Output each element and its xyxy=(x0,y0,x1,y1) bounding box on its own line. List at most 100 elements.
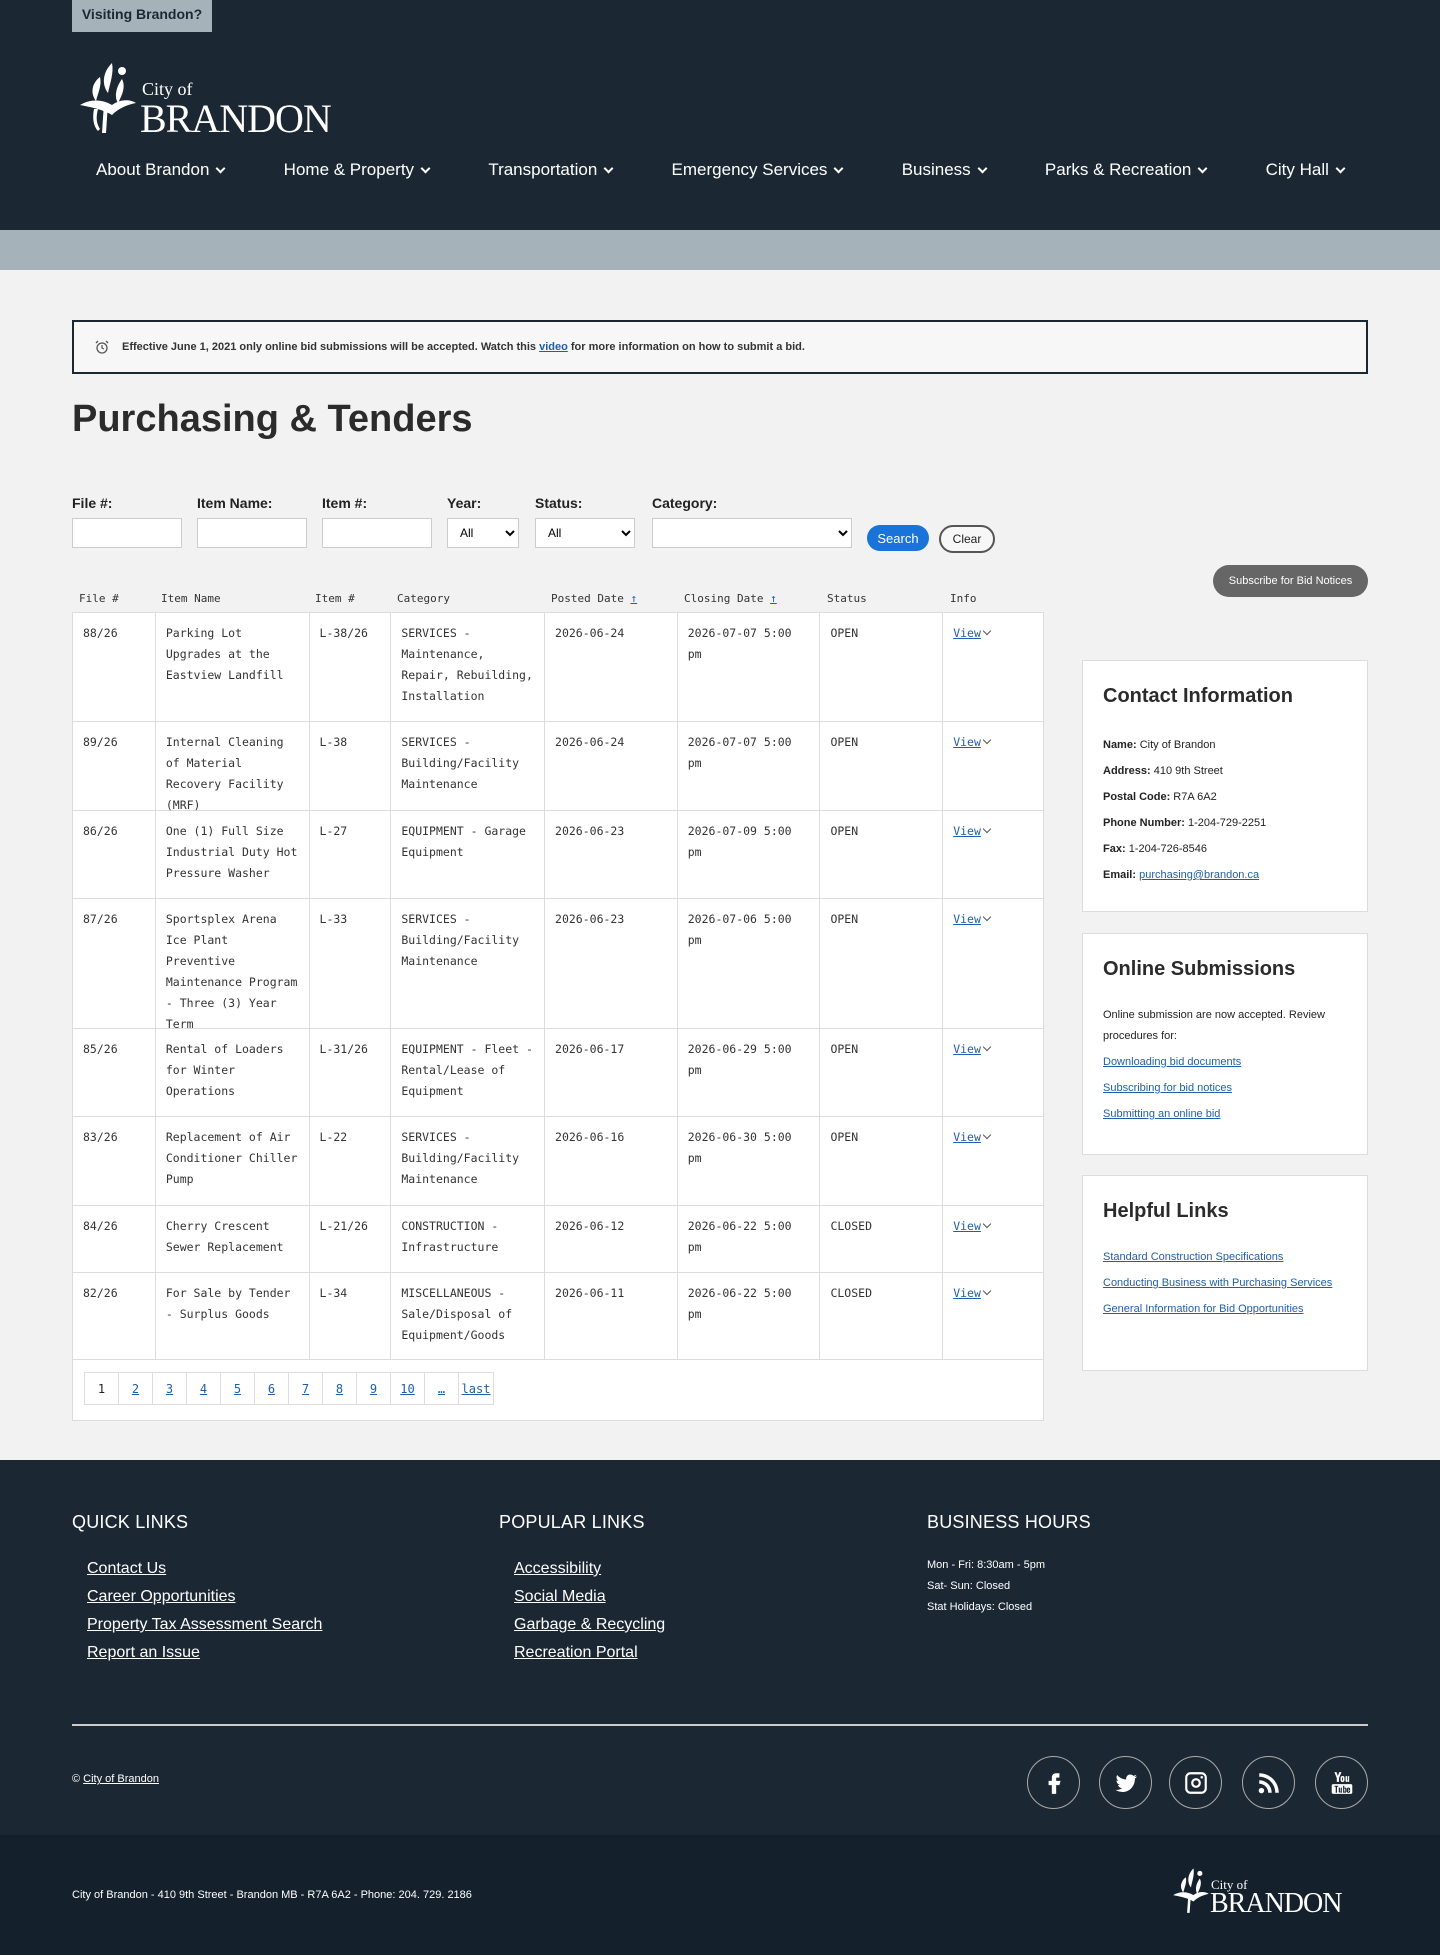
view-link[interactable]: View xyxy=(953,1130,981,1144)
career-opportunities-link[interactable]: Career Opportunities xyxy=(87,1583,322,1611)
page-7[interactable]: 7 xyxy=(288,1372,323,1405)
twitter-icon[interactable] xyxy=(1099,1756,1152,1809)
cell-item-number: L-38 xyxy=(308,722,391,810)
contact-us-link[interactable]: Contact Us xyxy=(87,1555,322,1583)
view-link[interactable]: View xyxy=(953,824,981,838)
page-ellipsis[interactable]: … xyxy=(424,1372,459,1405)
col-posted-date[interactable]: Posted Date ↑ xyxy=(544,592,677,612)
col-closing-date[interactable]: Closing Date ↑ xyxy=(677,592,820,612)
garbage-recycling-link[interactable]: Garbage & Recycling xyxy=(514,1611,665,1639)
contact-phone: Phone Number: 1-204-729-2251 xyxy=(1103,817,1267,829)
page-3[interactable]: 3 xyxy=(152,1372,187,1405)
file-number-input[interactable] xyxy=(72,518,182,548)
online-submissions-card: Online Submissions Online submission are… xyxy=(1082,933,1368,1155)
cell-status: CLOSED xyxy=(819,1273,942,1359)
site-footer: QUICK LINKS Contact Us Career Opportunit… xyxy=(0,1460,1440,1835)
status-select[interactable]: All xyxy=(535,518,635,548)
item-number-input[interactable] xyxy=(322,518,432,548)
footer-logo[interactable]: City of BRANDON xyxy=(1168,1863,1360,1919)
downloading-bid-documents-link[interactable]: Downloading bid documents xyxy=(1103,1052,1347,1073)
chevron-down-icon[interactable] xyxy=(982,626,992,636)
property-tax-link[interactable]: Property Tax Assessment Search xyxy=(87,1611,322,1639)
page-6[interactable]: 6 xyxy=(254,1372,289,1405)
online-bid-notice: Effective June 1, 2021 only online bid s… xyxy=(72,320,1368,374)
chevron-down-icon[interactable] xyxy=(982,1286,992,1296)
nav-home-property[interactable]: Home & Property xyxy=(284,160,431,180)
nav-transportation[interactable]: Transportation xyxy=(488,160,614,180)
chevron-down-icon[interactable] xyxy=(982,1130,992,1140)
sort-arrow-icon[interactable]: ↑ xyxy=(770,592,777,605)
visiting-brandon-button[interactable]: Visiting Brandon? xyxy=(72,0,212,32)
clear-button[interactable]: Clear xyxy=(939,525,995,553)
cell-info: View xyxy=(942,811,1043,898)
cell-info: View xyxy=(942,1117,1043,1205)
page-10[interactable]: 10 xyxy=(390,1372,425,1405)
page-9[interactable]: 9 xyxy=(356,1372,391,1405)
category-select[interactable] xyxy=(652,518,852,548)
cell-status: OPEN xyxy=(819,722,942,810)
recreation-portal-link[interactable]: Recreation Portal xyxy=(514,1639,665,1667)
standard-construction-specifications-link[interactable]: Standard Construction Specifications xyxy=(1103,1247,1347,1268)
table-row: 88/26 Parking Lot Upgrades at the Eastvi… xyxy=(73,613,1043,722)
nav-parks-recreation[interactable]: Parks & Recreation xyxy=(1045,160,1208,180)
chevron-down-icon[interactable] xyxy=(982,912,992,922)
youtube-icon[interactable] xyxy=(1315,1756,1368,1809)
nav-business[interactable]: Business xyxy=(902,160,988,180)
facebook-icon[interactable] xyxy=(1027,1756,1080,1809)
chevron-down-icon[interactable] xyxy=(982,824,992,834)
chevron-down-icon[interactable] xyxy=(982,1219,992,1229)
submitting-online-bid-link[interactable]: Submitting an online bid xyxy=(1103,1104,1347,1125)
chevron-down-icon[interactable] xyxy=(982,1042,992,1052)
cell-closing: 2026-06-22 5:00 pm xyxy=(676,1273,820,1359)
nav-about-brandon[interactable]: About Brandon xyxy=(96,160,226,180)
nav-emergency-services[interactable]: Emergency Services xyxy=(672,160,844,180)
chevron-down-icon xyxy=(215,163,226,173)
search-button[interactable]: Search xyxy=(867,525,929,551)
video-link[interactable]: video xyxy=(539,341,568,353)
item-name-input[interactable] xyxy=(197,518,307,548)
cell-item-name: Parking Lot Upgrades at the Eastview Lan… xyxy=(154,613,309,721)
view-link[interactable]: View xyxy=(953,626,981,640)
view-link[interactable]: View xyxy=(953,735,981,749)
page-2[interactable]: 2 xyxy=(118,1372,153,1405)
col-item-name[interactable]: Item Name xyxy=(154,592,308,612)
pagination: 1 2 3 4 5 6 7 8 9 10 … last xyxy=(73,1360,1043,1420)
rss-icon[interactable] xyxy=(1242,1756,1295,1809)
page-last[interactable]: last xyxy=(458,1372,494,1405)
chevron-down-icon xyxy=(603,163,614,173)
instagram-icon[interactable] xyxy=(1169,1756,1222,1809)
copyright-link[interactable]: City of Brandon xyxy=(83,1773,159,1785)
view-link[interactable]: View xyxy=(953,1042,981,1056)
cell-file: 85/26 xyxy=(83,1042,118,1056)
general-information-link[interactable]: General Information for Bid Opportunitie… xyxy=(1103,1299,1347,1320)
view-link[interactable]: View xyxy=(953,1219,981,1233)
conducting-business-link[interactable]: Conducting Business with Purchasing Serv… xyxy=(1103,1273,1347,1294)
col-category[interactable]: Category xyxy=(390,592,544,612)
page-4[interactable]: 4 xyxy=(186,1372,221,1405)
city-logo[interactable]: City of BRANDON xyxy=(72,55,352,141)
chevron-down-icon xyxy=(1197,163,1208,173)
chevron-down-icon xyxy=(977,163,988,173)
page-8[interactable]: 8 xyxy=(322,1372,357,1405)
accessibility-link[interactable]: Accessibility xyxy=(514,1555,665,1583)
nav-city-hall[interactable]: City Hall xyxy=(1266,160,1346,180)
page-5[interactable]: 5 xyxy=(220,1372,255,1405)
online-title: Online Submissions xyxy=(1103,958,1296,980)
view-link[interactable]: View xyxy=(953,912,981,926)
view-link[interactable]: View xyxy=(953,1286,981,1300)
report-issue-link[interactable]: Report an Issue xyxy=(87,1639,322,1667)
email-link[interactable]: purchasing@brandon.ca xyxy=(1139,869,1259,881)
subscribe-bid-notices-button[interactable]: Subscribe for Bid Notices xyxy=(1213,565,1368,597)
col-status[interactable]: Status xyxy=(820,592,943,612)
col-item-number[interactable]: Item # xyxy=(308,592,390,612)
table-body: 88/26 Parking Lot Upgrades at the Eastvi… xyxy=(72,612,1044,1421)
social-media-link[interactable]: Social Media xyxy=(514,1583,665,1611)
subscribing-bid-notices-link[interactable]: Subscribing for bid notices xyxy=(1103,1078,1347,1099)
chevron-down-icon[interactable] xyxy=(982,735,992,745)
year-select[interactable]: All xyxy=(447,518,519,548)
sort-arrow-icon[interactable]: ↑ xyxy=(630,592,637,605)
col-info: Info xyxy=(950,592,977,605)
page-1[interactable]: 1 xyxy=(84,1372,119,1405)
col-file[interactable]: File # xyxy=(72,592,154,612)
cell-posted: 2026-06-12 xyxy=(544,1206,677,1272)
